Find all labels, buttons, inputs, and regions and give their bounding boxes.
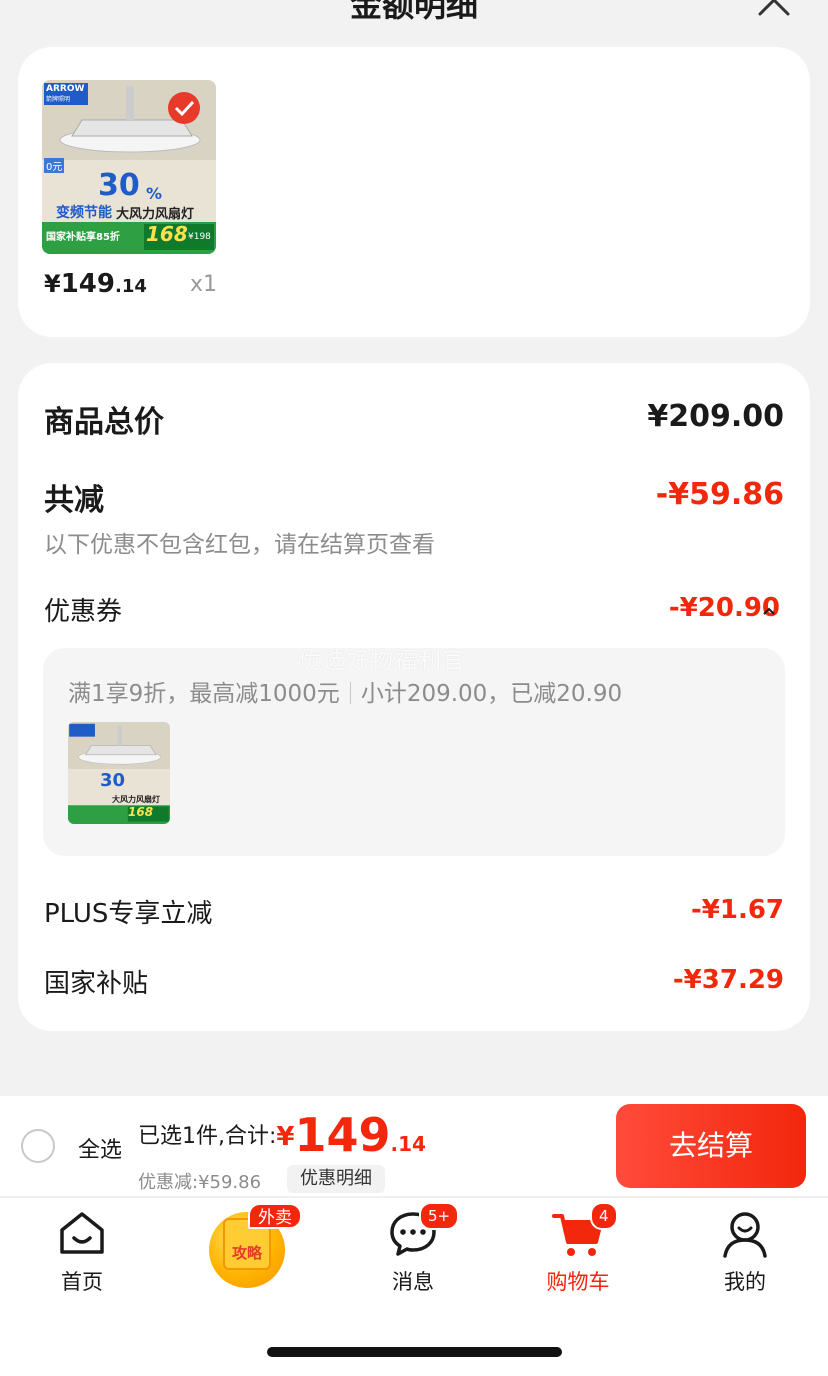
promo-text: 攻略 xyxy=(231,1244,262,1262)
brand-subtitle: 箭牌照明 xyxy=(46,96,71,103)
total-reduction-label: 共减 xyxy=(44,483,104,518)
promo-zero: 0元 xyxy=(44,158,65,173)
product-quantity: x1 xyxy=(190,272,218,297)
discount-detail-button[interactable]: 优惠明细 xyxy=(287,1165,385,1193)
tab-messages-label: 消息 xyxy=(392,1270,434,1294)
product-image[interactable]: ARROW 箭牌照明 0元 30 % 变频节能 大风力风扇灯 国家补贴享85折 … xyxy=(42,80,216,254)
reduction-note: 以下优惠不包含红包，请在结算页查看 xyxy=(44,532,435,558)
checkout-bar: 全选 已选1件,合计:¥149.14 优惠减:¥59.86 优惠明细 去结算 xyxy=(0,1096,828,1196)
subsidy-text: 国家补贴享85折 xyxy=(46,232,120,243)
total-dec: .14 xyxy=(390,1132,426,1156)
total-int: 149 xyxy=(294,1108,391,1162)
select-all-checkbox[interactable] xyxy=(21,1129,55,1163)
header: 金额明细 xyxy=(0,0,828,40)
coupon-rule: 满1享9折，最高减1000元 xyxy=(68,681,340,707)
percent-unit: % xyxy=(146,184,163,203)
brand-logo: ARROW xyxy=(46,84,85,94)
tab-me-label: 我的 xyxy=(724,1270,766,1294)
product-card: ARROW 箭牌照明 0元 30 % 变频节能 大风力风扇灯 国家补贴享85折 … xyxy=(18,47,810,337)
close-icon xyxy=(758,0,790,16)
tab-messages[interactable]: 消息 5+ xyxy=(343,1198,483,1298)
user-icon xyxy=(723,1212,767,1258)
headline-a: 变频节能 xyxy=(56,205,112,221)
tab-home[interactable]: 首页 xyxy=(12,1198,152,1298)
total-yen: ¥ xyxy=(276,1122,295,1152)
total-reduction-value: -¥59.86 xyxy=(655,477,784,512)
home-icon xyxy=(60,1212,104,1254)
divider xyxy=(349,682,351,704)
total-price-label: 商品总价 xyxy=(44,405,164,440)
checkout-button[interactable]: 去结算 xyxy=(616,1104,806,1188)
discount-summary: 优惠减:¥59.86 xyxy=(138,1172,262,1193)
tab-home-label: 首页 xyxy=(61,1270,103,1294)
coupon-label[interactable]: 优惠券 xyxy=(44,591,122,628)
chevron-up-icon[interactable] xyxy=(762,606,776,616)
cart-badge: 4 xyxy=(590,1202,618,1230)
tab-cart-label: 购物车 xyxy=(546,1270,610,1294)
image-price-big: 168 xyxy=(146,222,188,246)
page-title: 金额明细 xyxy=(349,0,478,24)
order-summary: 已选1件,合计:¥149.14 xyxy=(138,1108,426,1162)
promo-badge: 外卖 xyxy=(248,1203,302,1229)
coupon-subtotal: 小计209.00，已减20.90 xyxy=(360,681,623,707)
headline-b: 大风力风扇灯 xyxy=(116,207,195,222)
selected-count-text: 已选1件,合计: xyxy=(138,1124,277,1149)
gov-subsidy-value: -¥37.29 xyxy=(672,965,784,995)
messages-badge: 5+ xyxy=(419,1202,460,1230)
total-price-value: ¥209.00 xyxy=(647,399,784,434)
watermark: 优选好物福利官 xyxy=(298,648,466,674)
image-price-small: ¥198 xyxy=(188,232,211,242)
plus-discount-value: -¥1.67 xyxy=(690,895,784,925)
select-all-label[interactable]: 全选 xyxy=(78,1132,122,1164)
coupon-percent-value: 30 xyxy=(100,770,126,791)
coupon-price-big: 168 xyxy=(128,805,154,819)
coupon-headline: 大风力风扇灯 xyxy=(112,795,160,804)
percent-value: 30 xyxy=(98,168,140,203)
coupon-product-image[interactable]: 30 大风力风扇灯 168 xyxy=(68,722,170,824)
tab-cart[interactable]: 购物车 4 xyxy=(508,1198,648,1298)
close-button[interactable] xyxy=(754,0,794,16)
product-price: ¥149.14 xyxy=(44,269,147,299)
amount-detail-card: 商品总价 ¥209.00 共减 -¥59.86 以下优惠不包含红包，请在结算页查… xyxy=(18,363,810,1031)
plus-discount-label: PLUS专享立减 xyxy=(44,899,213,929)
home-indicator[interactable] xyxy=(267,1347,562,1357)
tab-me[interactable]: 我的 xyxy=(675,1198,815,1298)
coupon-rule-text: 满1享9折，最高减1000元 小计209.00，已减20.90 xyxy=(68,674,622,708)
gov-subsidy-label: 国家补贴 xyxy=(44,969,149,999)
